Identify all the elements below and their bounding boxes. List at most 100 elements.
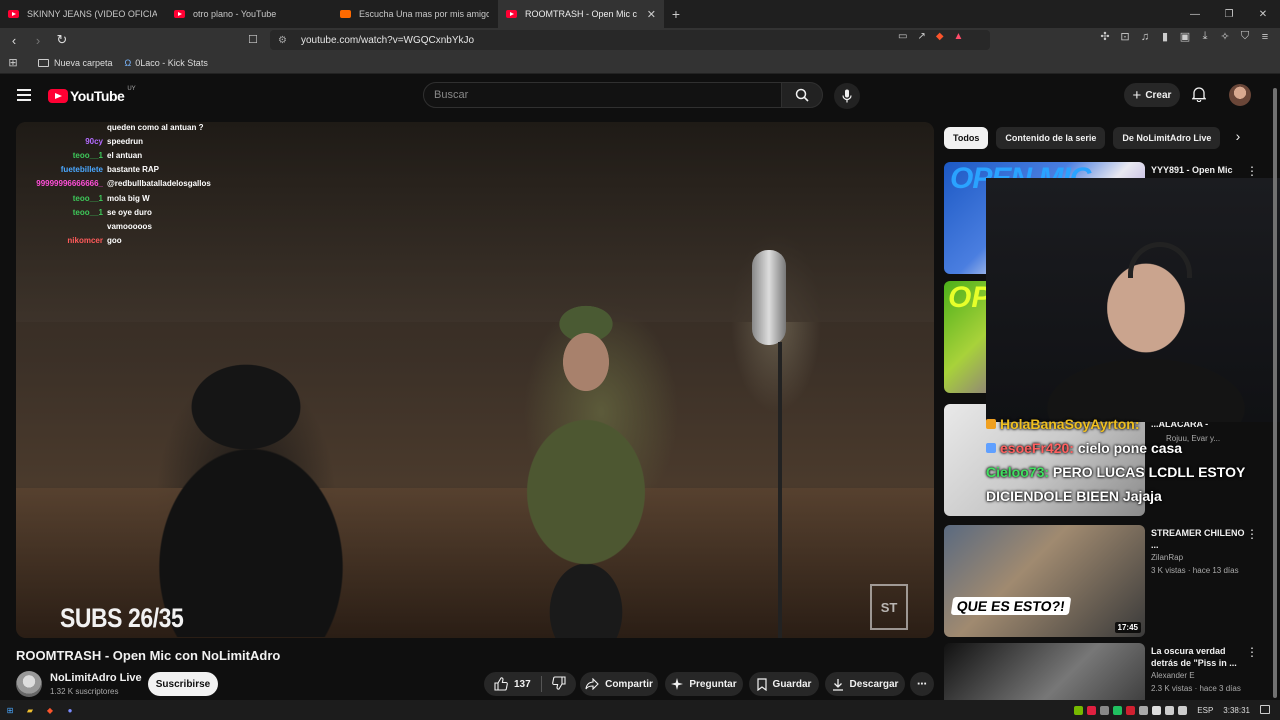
- url-bar[interactable]: ⚙ youtube.com/watch?v=WGQCxnbYkJo: [270, 30, 990, 50]
- clock[interactable]: 3:38:31: [1223, 706, 1250, 715]
- browser-extensions: ✣ ⊡ ♫ ▮ ▣ ⤓ ✧ ⛉ ≡: [1098, 30, 1272, 43]
- browser-tab-3[interactable]: Escucha Una mas por mis amigos. Pr: [332, 0, 498, 28]
- minimize-icon[interactable]: —: [1178, 9, 1212, 20]
- microphone-icon[interactable]: [1152, 705, 1162, 715]
- chat-username: 99999996666666_: [36, 179, 103, 189]
- download-button[interactable]: Descargar: [825, 672, 905, 696]
- folder-icon: [38, 58, 49, 67]
- search-button[interactable]: [781, 82, 823, 108]
- reload-icon[interactable]: ↻: [52, 32, 72, 48]
- back-icon[interactable]: ‹: [4, 33, 24, 48]
- wallet-icon[interactable]: ▣: [1178, 30, 1192, 43]
- video-overlay-subs-counter: SUBS 26/35: [60, 603, 184, 633]
- browser-tab-bar: SKINNY JEANS (VIDEO OFICIAL) - Yo otro p…: [0, 0, 1280, 28]
- video-thumbnail[interactable]: [944, 643, 1145, 700]
- more-vertical-icon[interactable]: ⋮: [1246, 164, 1258, 178]
- browser-tab-1[interactable]: SKINNY JEANS (VIDEO OFICIAL) - Yo: [0, 0, 166, 28]
- bookmark-icon[interactable]: ☐: [248, 33, 258, 46]
- channel-avatar[interactable]: [16, 671, 42, 697]
- sidebar-icon[interactable]: ▮: [1158, 30, 1172, 43]
- create-button[interactable]: + Crear: [1124, 83, 1180, 107]
- volume-icon[interactable]: [1178, 705, 1188, 715]
- youtube-logo[interactable]: YouTube UY: [48, 86, 136, 104]
- channel-name[interactable]: NoLimitAdro Live: [50, 672, 142, 684]
- recommendation-item[interactable]: La oscura verdad detrás de "Piss in ... …: [944, 643, 1270, 700]
- share-page-icon[interactable]: ↗: [917, 31, 925, 42]
- subscribe-button[interactable]: Suscribirse: [148, 672, 218, 696]
- tray-app-icon[interactable]: [1126, 705, 1136, 715]
- subscriber-count: 1.32 K suscriptores: [50, 687, 119, 696]
- restore-icon[interactable]: ❐: [1212, 9, 1246, 20]
- brave-shields-icon[interactable]: ◆: [936, 31, 944, 42]
- page-scrollbar[interactable]: [1273, 88, 1277, 700]
- more-horizontal-icon: ⋯: [917, 678, 927, 690]
- input-language[interactable]: ESP: [1197, 706, 1213, 715]
- bookmark-kick-stats[interactable]: Ω 0Laco - Kick Stats: [125, 58, 208, 68]
- vpn-icon[interactable]: ⛉: [1238, 30, 1252, 43]
- tray-app-icon[interactable]: [1139, 705, 1149, 715]
- tray-app-icon[interactable]: [1087, 705, 1097, 715]
- ai-icon[interactable]: ✧: [1218, 30, 1232, 43]
- apps-grid-icon[interactable]: ⊞: [0, 56, 26, 69]
- voice-search-button[interactable]: [834, 83, 860, 109]
- recommendation-channel[interactable]: ZilanRap: [1151, 553, 1183, 562]
- brave-browser-icon[interactable]: ◆: [40, 700, 60, 720]
- chat-username: fuetebillete: [60, 165, 103, 175]
- account-avatar[interactable]: [1229, 84, 1251, 106]
- save-button[interactable]: Guardar: [749, 672, 819, 696]
- music-icon[interactable]: ♫: [1138, 31, 1152, 43]
- like-button[interactable]: 137: [494, 677, 531, 691]
- url-text: youtube.com/watch?v=WGQCxnbYkJo: [300, 34, 475, 46]
- file-explorer-icon[interactable]: ▰: [20, 700, 40, 720]
- close-window-icon[interactable]: ✕: [1246, 9, 1280, 20]
- cast-icon[interactable]: ▭: [898, 31, 907, 42]
- recommendation-channel[interactable]: Alexander E: [1151, 671, 1195, 680]
- search-input[interactable]: Buscar: [423, 82, 783, 108]
- new-tab-button[interactable]: +: [666, 6, 686, 22]
- notification-center-icon[interactable]: [1260, 705, 1270, 714]
- discord-icon[interactable]: ●: [60, 700, 80, 720]
- studio-microphone: [752, 250, 786, 345]
- menu-hamburger-icon[interactable]: [17, 89, 31, 101]
- chat-username: nikomcer: [67, 236, 103, 246]
- chip-all[interactable]: Todos: [944, 127, 989, 149]
- chip-from-channel[interactable]: De NoLimitAdro Live: [1113, 127, 1221, 149]
- close-tab-icon[interactable]: ✕: [647, 8, 656, 21]
- nvidia-icon[interactable]: [1074, 705, 1084, 715]
- chat-text: vamooooos: [107, 221, 152, 231]
- windows-start-icon[interactable]: ⊞: [0, 700, 20, 720]
- recommendation-item[interactable]: QUE ES ESTO?! 17:45 STREAMER CHILENO ...…: [944, 525, 1270, 637]
- share-button[interactable]: Compartir: [580, 672, 658, 696]
- chat-text: speedrun: [107, 136, 144, 146]
- browser-tab-2[interactable]: otro plano - YouTube: [166, 0, 332, 28]
- ask-button[interactable]: Preguntar: [665, 672, 743, 696]
- video-person-left: [126, 337, 376, 637]
- more-vertical-icon[interactable]: ⋮: [1246, 527, 1258, 541]
- scrollbar-thumb[interactable]: [1273, 88, 1277, 698]
- extensions-icon[interactable]: ✣: [1098, 30, 1112, 43]
- screenshot-icon[interactable]: ⊡: [1118, 30, 1132, 43]
- dislike-button[interactable]: [551, 675, 566, 693]
- site-info-icon[interactable]: ⚙: [278, 35, 287, 46]
- download-icon[interactable]: ⤓: [1198, 30, 1212, 43]
- more-vertical-icon[interactable]: ⋮: [1246, 645, 1258, 659]
- sparkle-icon: [671, 678, 684, 690]
- chat-message: nikomcer goo: [20, 234, 260, 248]
- chat-text: queden como al antuan ?: [107, 122, 204, 132]
- chip-series[interactable]: Contenido de la serie: [996, 127, 1106, 149]
- tray-app-icon[interactable]: [1113, 705, 1123, 715]
- like-dislike-group: 137: [484, 672, 576, 696]
- chevron-right-icon[interactable]: ›: [1228, 128, 1248, 150]
- chat-message: fuetebillete bastante RAP: [20, 163, 260, 177]
- video-thumbnail[interactable]: QUE ES ESTO?! 17:45: [944, 525, 1145, 637]
- network-icon[interactable]: [1165, 705, 1175, 715]
- browser-tab-active[interactable]: ROOMTRASH - Open Mic con N✕: [498, 0, 664, 28]
- menu-icon[interactable]: ≡: [1258, 31, 1272, 43]
- chat-text: el antuan: [107, 150, 143, 160]
- more-actions-button[interactable]: ⋯: [910, 672, 934, 696]
- notifications-button[interactable]: [1191, 86, 1207, 107]
- forward-icon[interactable]: ›: [28, 33, 48, 48]
- tray-app-icon[interactable]: [1100, 705, 1110, 715]
- brave-rewards-icon[interactable]: ▲: [954, 31, 964, 42]
- bookmark-folder[interactable]: Nueva carpeta: [38, 58, 113, 68]
